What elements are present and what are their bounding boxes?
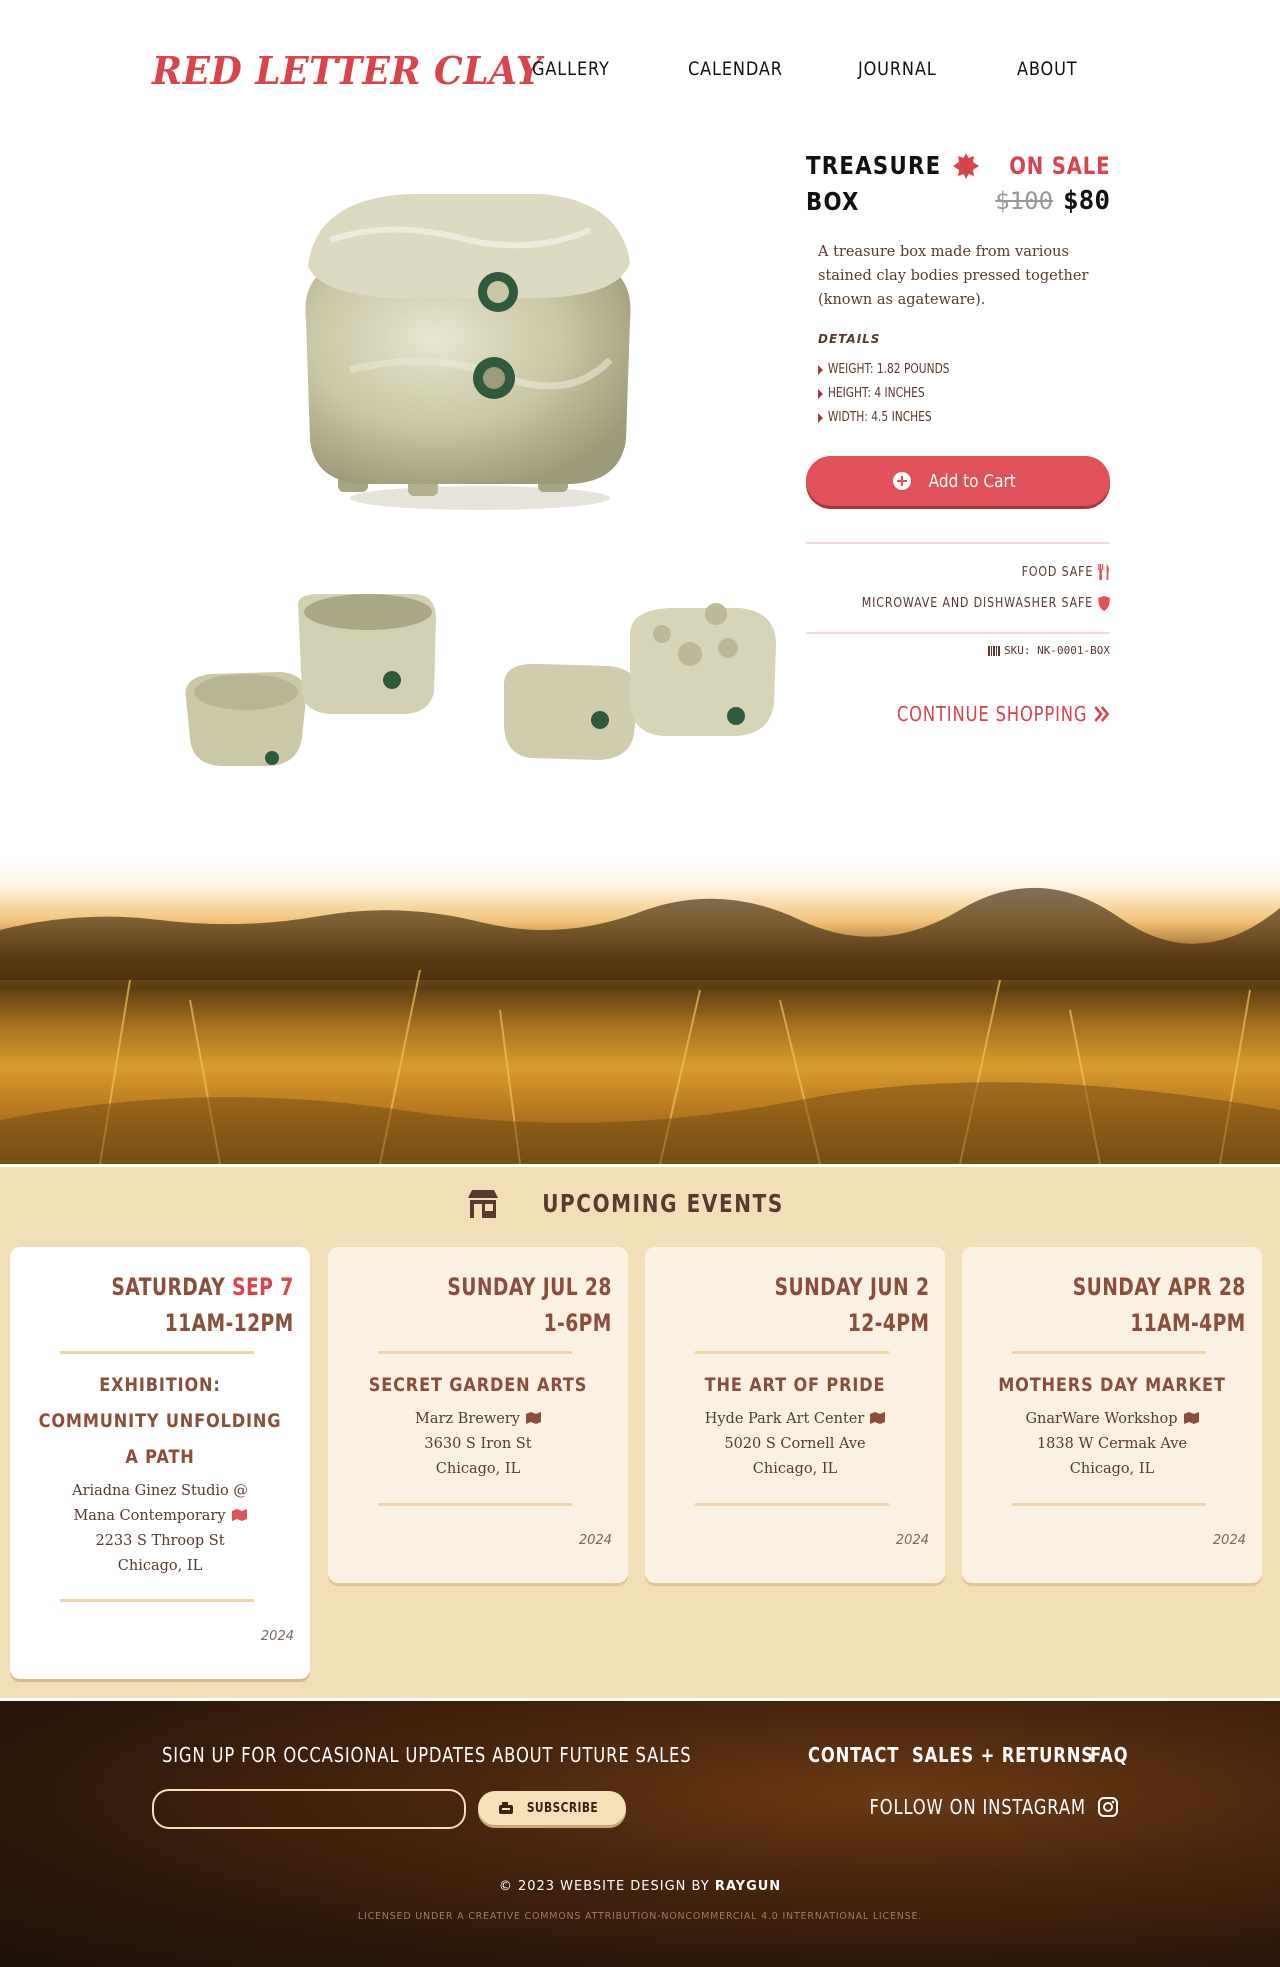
nav-calendar[interactable]: CALENDAR — [688, 58, 783, 80]
product-thumbnail-lid[interactable] — [500, 594, 780, 774]
on-sale-badge: ON SALE — [952, 152, 1110, 180]
sale-price: $80 — [1063, 186, 1110, 216]
detail-weight: WEIGHT: 1.82 POUNDS — [818, 362, 950, 377]
instagram-icon — [1098, 1797, 1118, 1817]
plus-circle-icon — [892, 472, 911, 490]
newsletter-prompt: SIGN UP FOR OCCASIONAL UPDATES ABOUT FUT… — [162, 1743, 692, 1767]
divider — [1012, 1351, 1206, 1354]
event-card[interactable]: SATURDAY SEP 7 11AM-12PM EXHIBITION: COM… — [10, 1247, 310, 1679]
product-thumbnail-open[interactable] — [180, 588, 450, 778]
storefront-icon — [467, 1189, 498, 1218]
event-year: 2024 — [260, 1629, 294, 1644]
product-title: TREASURE BOX — [806, 151, 942, 216]
event-address: Hyde Park Art Center 5020 S Cornell Ave … — [645, 1407, 945, 1482]
subscribe-button[interactable]: SUBSCRIBE — [478, 1791, 626, 1825]
event-address: Ariadna Ginez Studio @ Mana Contemporary… — [72, 1483, 248, 1574]
detail-height: HEIGHT: 4 INCHES — [818, 386, 925, 401]
nav-journal[interactable]: JOURNAL — [858, 58, 937, 80]
event-address: GnarWare Workshop 1838 W Cermak Ave Chic… — [962, 1407, 1262, 1482]
fork-knife-icon — [1098, 564, 1109, 580]
divider — [378, 1351, 572, 1354]
feature-food-safe: FOOD SAFE — [1021, 564, 1110, 580]
event-card[interactable]: SUNDAY JUN 2 12-4PM THE ART OF PRIDE Hyd… — [645, 1247, 945, 1583]
caret-right-icon — [818, 412, 823, 423]
email-field[interactable] — [152, 1789, 466, 1829]
nav-gallery[interactable]: GALLERY — [532, 58, 610, 80]
contact-link[interactable]: CONTACT — [808, 1743, 899, 1767]
map-icon[interactable] — [870, 1412, 886, 1424]
nav-about[interactable]: ABOUT — [1017, 58, 1077, 80]
event-title: EXHIBITION: COMMUNITY UNFOLDING A PATH — [38, 1374, 282, 1468]
event-title: SECRET GARDEN ARTS — [368, 1374, 588, 1396]
site-header: RED LETTER CLAY GALLERY CALENDAR JOURNAL… — [0, 0, 1280, 140]
starburst-icon — [952, 153, 979, 179]
shield-icon — [1098, 596, 1110, 611]
caret-right-icon — [818, 388, 823, 399]
map-icon[interactable] — [231, 1509, 247, 1521]
faq-link[interactable]: FAQ — [1090, 1743, 1128, 1767]
add-to-cart-button[interactable]: Add to Cart — [806, 456, 1110, 506]
copyright: © 2023 WEBSITE DESIGN BY RAYGUN — [498, 1879, 782, 1894]
details-heading: DETAILS — [818, 332, 881, 346]
event-year: 2024 — [578, 1533, 612, 1548]
barcode-icon — [988, 645, 1001, 656]
sale-label: ON SALE — [1008, 152, 1110, 180]
divider — [695, 1503, 889, 1506]
events-heading: UPCOMING EVENTS — [0, 1189, 1280, 1218]
divider — [806, 542, 1110, 544]
divider — [695, 1351, 889, 1354]
event-title: MOTHERS DAY MARKET — [998, 1374, 1226, 1396]
event-date: SUNDAY JUN 2 12-4PM — [774, 1273, 929, 1337]
event-title: THE ART OF PRIDE — [704, 1374, 886, 1396]
site-footer: SIGN UP FOR OCCASIONAL UPDATES ABOUT FUT… — [0, 1698, 1280, 1967]
product-description: A treasure box made from various stained… — [818, 244, 1089, 308]
divider — [60, 1599, 254, 1602]
price-block: $100 $80 — [995, 186, 1110, 216]
license-text[interactable]: LICENSED UNDER A CREATIVE COMMONS ATTRIB… — [0, 1911, 1280, 1922]
event-date: SUNDAY JUL 28 1-6PM — [447, 1273, 612, 1337]
add-to-cart-label: Add to Cart — [928, 470, 1016, 492]
event-date: SATURDAY SEP 7 11AM-12PM — [111, 1273, 294, 1337]
designer-link[interactable]: RAYGUN — [715, 1879, 781, 1894]
product-main-image[interactable] — [290, 180, 660, 520]
site-logo[interactable]: RED LETTER CLAY — [152, 48, 542, 93]
sales-returns-link[interactable]: SALES + RETURNS — [912, 1743, 1094, 1767]
double-chevron-right-icon — [1094, 705, 1110, 723]
divider — [1012, 1503, 1206, 1506]
old-price: $100 — [995, 187, 1054, 215]
event-card[interactable]: SUNDAY APR 28 11AM-4PM MOTHERS DAY MARKE… — [962, 1247, 1262, 1583]
detail-width: WIDTH: 4.5 INCHES — [818, 410, 932, 425]
feature-microwave-dishwasher: MICROWAVE AND DISHWASHER SAFE — [862, 596, 1110, 611]
event-year: 2024 — [895, 1533, 929, 1548]
divider — [378, 1503, 572, 1506]
upcoming-events-section: UPCOMING EVENTS SATURDAY SEP 7 11AM-12PM… — [0, 1164, 1280, 1701]
event-card[interactable]: SUNDAY JUL 28 1-6PM SECRET GARDEN ARTS M… — [328, 1247, 628, 1583]
divider — [60, 1351, 254, 1354]
map-icon[interactable] — [525, 1412, 541, 1424]
sku: SKU: NK-0001-BOX — [988, 644, 1110, 657]
divider — [806, 632, 1110, 634]
grass-field-banner — [0, 860, 1280, 1164]
event-year: 2024 — [1212, 1533, 1246, 1548]
caret-right-icon — [818, 364, 823, 375]
event-date: SUNDAY APR 28 11AM-4PM — [1073, 1273, 1246, 1337]
mailbox-icon — [498, 1802, 513, 1814]
map-icon[interactable] — [1183, 1412, 1199, 1424]
event-address: Marz Brewery 3630 S Iron St Chicago, IL — [328, 1407, 628, 1482]
continue-shopping-link[interactable]: CONTINUE SHOPPING — [897, 702, 1110, 726]
instagram-link[interactable]: FOLLOW ON INSTAGRAM — [822, 1795, 1118, 1819]
